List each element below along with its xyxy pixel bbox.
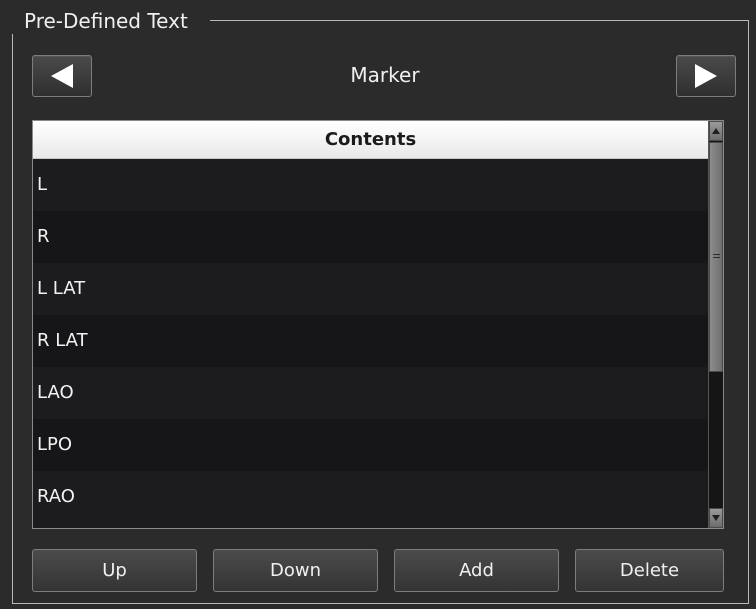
list-item[interactable]: RAO [33, 471, 708, 523]
panel-title: Pre-Defined Text [10, 8, 194, 34]
list-item[interactable]: R [33, 211, 708, 263]
contents-list[interactable]: Contents L R L LAT R LAT LAO LPO RAO [32, 120, 724, 529]
add-button[interactable]: Add [394, 549, 559, 592]
grip-icon [712, 254, 720, 260]
contents-column-header[interactable]: Contents [33, 121, 708, 159]
scrollbar-thumb[interactable] [709, 142, 723, 372]
list-item[interactable]: L LAT [33, 263, 708, 315]
scroll-up-arrow-icon [712, 128, 720, 134]
up-button[interactable]: Up [32, 549, 197, 592]
down-button[interactable]: Down [213, 549, 378, 592]
right-triangle-icon [695, 64, 717, 88]
previous-category-button[interactable] [32, 55, 92, 97]
contents-rows: L R L LAT R LAT LAO LPO RAO [33, 159, 708, 523]
next-category-button[interactable] [676, 55, 736, 97]
list-item[interactable]: R LAT [33, 315, 708, 367]
list-actions: Up Down Add Delete [32, 549, 724, 592]
delete-button[interactable]: Delete [575, 549, 724, 592]
scroll-up-button[interactable] [709, 121, 723, 141]
scroll-down-button[interactable] [709, 508, 723, 528]
vertical-scrollbar[interactable] [708, 121, 723, 528]
category-label: Marker [350, 63, 420, 87]
scroll-down-arrow-icon [712, 515, 720, 521]
list-item[interactable]: LAO [33, 367, 708, 419]
list-item[interactable]: LPO [33, 419, 708, 471]
list-item[interactable]: L [33, 159, 708, 211]
left-triangle-icon [51, 64, 73, 88]
